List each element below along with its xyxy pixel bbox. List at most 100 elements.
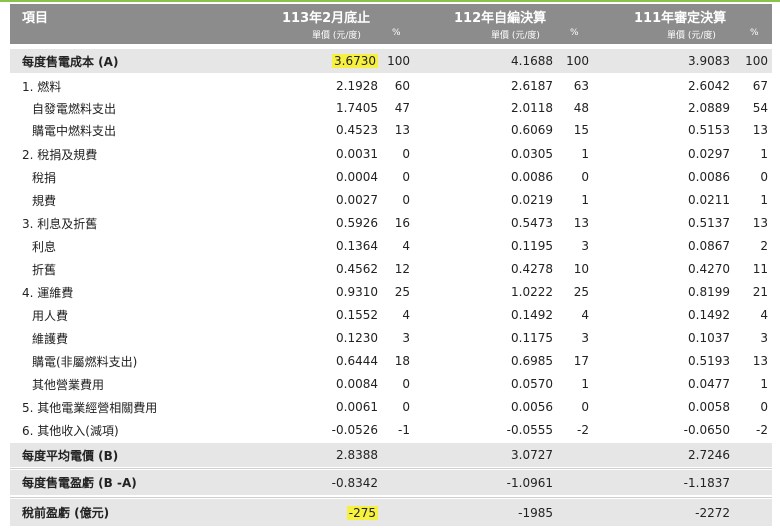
row-value-col2: 2.6187 [511,79,553,93]
table-row: 6. 其他收入(減項) -0.0526 -1 -0.0555 -2 -0.065… [10,419,772,441]
table-row: 2. 稅捐及規費 0.0031 0 0.0305 1 0.0297 1 [10,143,772,165]
row-pct-col2: 4 [581,308,589,322]
row-value-col3: 0.1037 [688,331,730,345]
row-value-col3: 0.1492 [688,308,730,322]
row-value-col3: 0.0297 [688,147,730,161]
row-label: 3. 利息及折舊 [22,216,98,231]
row-label: 每度售電成本 (A) [22,54,119,69]
row-pct-col1: 18 [394,354,410,368]
row-value-col3: 2.6042 [688,79,730,93]
table-header: 項目 113年2月底止 112年自編決算 111年審定決算 單價 (元/度) %… [10,4,772,44]
row-value-col1: 0.1230 [336,331,378,345]
row-value-col3: 0.0477 [688,377,730,391]
row-label: 維護費 [32,331,69,346]
row-value-col2: -0.0555 [506,423,553,437]
row-pct-col2: 0 [581,400,589,414]
row-pct-col1: -1 [398,423,410,437]
row-label: 自發電燃料支出 [32,101,117,116]
row-pct-col3: 2 [760,239,768,253]
table-row: 維護費 0.1230 3 0.1175 3 0.1037 3 [10,327,772,349]
row-pct-col1: 12 [394,262,410,276]
row-value-col2: 0.0219 [511,193,553,207]
row-value-col1: 0.0061 [336,400,378,414]
header-col2-unit: 單價 (元/度) [491,31,540,41]
table-row: 4. 運維費 0.9310 25 1.0222 25 0.8199 21 [10,281,772,303]
row-label: 5. 其他電業經營相關費用 [22,400,158,415]
row-pct-col2: 25 [573,285,589,299]
row-value-col1: 0.0084 [336,377,378,391]
row-pct-col1: 16 [394,216,410,230]
row-value-col1: 0.4523 [336,123,378,137]
row-value-col1: 1.7405 [336,101,378,115]
row-value-col3: 0.5137 [688,216,730,230]
row-pct-col3: 100 [745,54,768,68]
row-value-col3: 0.4270 [688,262,730,276]
row-label: 6. 其他收入(減項) [22,423,119,438]
table-row: 自發電燃料支出 1.7405 47 2.0118 48 2.0889 54 [10,97,772,119]
row-value-col3: 0.0086 [688,170,730,184]
row-pct-col3: 1 [760,193,768,207]
row-pct-col2: 100 [566,54,589,68]
row-value-col1: 0.0031 [336,147,378,161]
header-col3: 111年審定決算 [634,11,727,26]
row-pct-col1: 0 [402,193,410,207]
row-pct-col3: 4 [760,308,768,322]
row-pct-col1: 0 [402,147,410,161]
row-label: 2. 稅捐及規費 [22,147,98,162]
row-value-col1: 2.1928 [336,79,378,93]
table-row-avg-price: 每度平均電價 (B) 2.8388 3.0727 2.7246 [10,443,772,467]
row-value-col2: 3.0727 [511,448,553,462]
row-value-col1: 0.0027 [336,193,378,207]
table-row: 利息 0.1364 4 0.1195 3 0.0867 2 [10,235,772,257]
row-value-col2: 2.0118 [511,101,553,115]
header-col1-pct: % [392,28,401,38]
row-label: 稅前盈虧 (億元) [22,506,110,520]
row-value-col2: 0.0086 [511,170,553,184]
table-row: 稅捐 0.0004 0 0.0086 0 0.0086 0 [10,166,772,188]
row-pct-col1: 4 [402,239,410,253]
table-row-total-cost: 每度售電成本 (A) 3.6730 100 4.1688 100 3.9083 … [10,49,772,73]
row-pct-col3: 54 [752,101,768,115]
row-value-col2: 0.1195 [511,239,553,253]
row-value-col3: -2272 [695,505,730,520]
row-pct-col3: 13 [752,123,768,137]
row-value-col2: 0.0056 [511,400,553,414]
row-label: 利息 [32,239,57,254]
row-pct-col2: 1 [581,193,589,207]
header-col2-pct: % [570,28,579,38]
row-value-col3: 0.0211 [688,193,730,207]
row-pct-col3: 1 [760,377,768,391]
row-pct-col1: 4 [402,308,410,322]
row-value-col2: 0.6985 [511,354,553,368]
row-value-col1: 0.6444 [336,354,378,368]
row-divider [10,497,772,498]
row-label: 購電中燃料支出 [32,123,117,138]
table-row: 用人費 0.1552 4 0.1492 4 0.1492 4 [10,304,772,326]
row-pct-col1: 0 [402,170,410,184]
table-row-pretax-profit: 稅前盈虧 (億元) -275 -1985 -2272 [10,499,772,526]
row-label: 1. 燃料 [22,79,62,94]
table-row: 購電中燃料支出 0.4523 13 0.6069 15 0.5153 13 [10,119,772,141]
row-value-col3: 0.5193 [688,354,730,368]
row-pct-col2: 1 [581,147,589,161]
row-pct-col3: 67 [752,79,768,93]
cost-table-page: 項目 113年2月底止 112年自編決算 111年審定決算 單價 (元/度) %… [0,0,780,529]
table-row: 規費 0.0027 0 0.0219 1 0.0211 1 [10,189,772,211]
row-value-col1: 0.4562 [336,262,378,276]
header-item: 項目 [22,11,49,26]
row-value-col2: -1.0961 [506,475,553,490]
row-value-col1: -0.8342 [331,475,378,490]
row-pct-col2: -2 [577,423,589,437]
row-label: 購電(非屬燃料支出) [32,354,138,369]
row-label: 規費 [32,193,57,208]
row-pct-col2: 13 [573,216,589,230]
table-row: 1. 燃料 2.1928 60 2.6187 63 2.6042 67 [10,75,772,97]
row-value-col3: 2.0889 [688,101,730,115]
table-row: 折舊 0.4562 12 0.4278 10 0.4270 11 [10,258,772,280]
row-value-col2: 0.4278 [511,262,553,276]
row-value-col1: 3.6730 [250,49,378,73]
row-pct-col3: 0 [760,170,768,184]
header-col2: 112年自編決算 [454,11,547,26]
row-pct-col2: 17 [573,354,589,368]
row-value-col2: 4.1688 [511,54,553,68]
